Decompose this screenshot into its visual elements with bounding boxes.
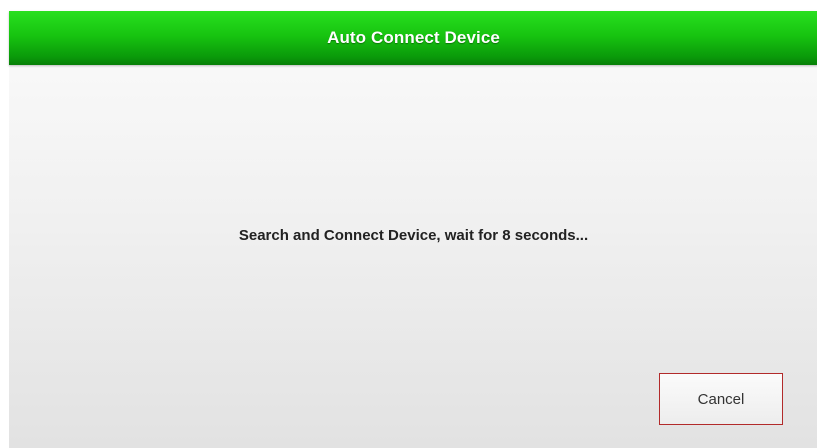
dialog-title: Auto Connect Device xyxy=(327,28,500,47)
cancel-button-label: Cancel xyxy=(697,390,745,408)
auto-connect-dialog: Auto Connect Device Search and Connect D… xyxy=(9,11,817,448)
dialog-title-bar: Auto Connect Device xyxy=(9,11,817,65)
status-message: Search and Connect Device, wait for 8 se… xyxy=(238,227,589,244)
cancel-button[interactable]: Cancel xyxy=(659,373,783,425)
